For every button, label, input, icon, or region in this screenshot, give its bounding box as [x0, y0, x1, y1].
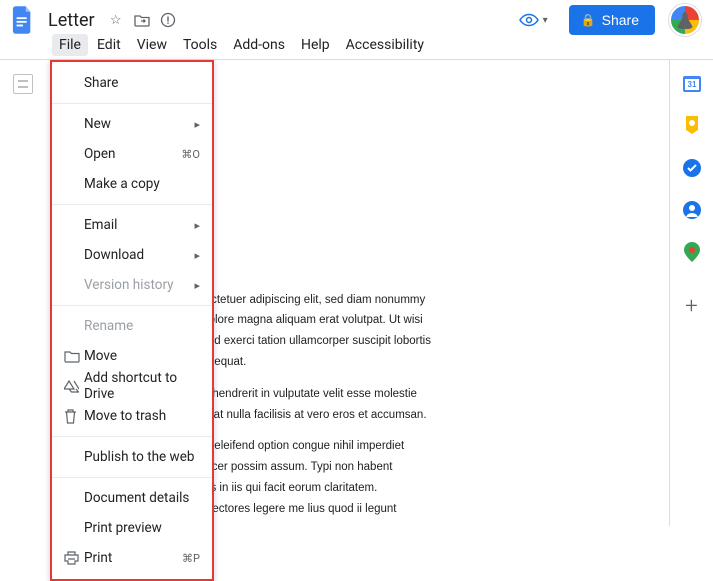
visibility-dropdown[interactable]: ▾	[512, 8, 555, 32]
share-button-label: Share	[602, 12, 639, 28]
cloud-status-icon[interactable]	[159, 11, 177, 29]
menu-accessibility[interactable]: Accessibility	[339, 34, 431, 56]
menu-open[interactable]: Open⌘O	[52, 139, 212, 169]
menu-move-trash[interactable]: Move to trash	[52, 401, 212, 431]
menubar: File Edit View Tools Add-ons Help Access…	[0, 34, 713, 60]
lock-icon: 🔒	[581, 13, 596, 27]
menu-print[interactable]: Print⌘P	[52, 543, 212, 573]
contacts-icon[interactable]	[682, 200, 702, 220]
drive-shortcut-icon	[64, 380, 84, 393]
menu-add-shortcut[interactable]: Add shortcut to Drive	[52, 371, 212, 401]
document-title[interactable]: Letter	[44, 8, 99, 33]
file-menu-dropdown: Share New▸ Open⌘O Make a copy Email▸ Dow…	[50, 60, 214, 581]
menu-make-copy[interactable]: Make a copy	[52, 169, 212, 199]
menu-doc-details[interactable]: Document details	[52, 483, 212, 513]
chevron-down-icon: ▾	[543, 15, 548, 26]
eye-icon	[519, 13, 539, 27]
outline-icon[interactable]	[13, 74, 33, 94]
share-button[interactable]: 🔒 Share	[569, 5, 655, 35]
docs-logo[interactable]	[10, 3, 36, 37]
calendar-icon[interactable]: 31	[682, 74, 702, 94]
submenu-arrow-icon: ▸	[194, 118, 200, 131]
submenu-arrow-icon: ▸	[194, 219, 200, 232]
menu-view[interactable]: View	[130, 34, 174, 56]
menu-addons[interactable]: Add-ons	[226, 34, 292, 56]
menu-download[interactable]: Download▸	[52, 240, 212, 270]
account-avatar[interactable]	[669, 4, 701, 36]
star-icon[interactable]: ☆	[107, 11, 125, 29]
tasks-icon[interactable]	[682, 158, 702, 178]
print-icon	[64, 551, 84, 565]
menu-share[interactable]: Share	[52, 68, 212, 98]
submenu-arrow-icon: ▸	[194, 249, 200, 262]
menu-print-preview[interactable]: Print preview	[52, 513, 212, 543]
menu-rename: Rename	[52, 311, 212, 341]
side-panel: 31 +	[669, 60, 713, 526]
menu-email[interactable]: Email▸	[52, 210, 212, 240]
keep-icon[interactable]	[682, 116, 702, 136]
trash-icon	[64, 409, 84, 424]
folder-move-icon	[64, 350, 84, 363]
submenu-arrow-icon: ▸	[194, 279, 200, 292]
svg-text:31: 31	[687, 80, 696, 89]
maps-icon[interactable]	[682, 242, 702, 262]
menu-version-history[interactable]: Version history▸	[52, 270, 212, 300]
shortcut-text: ⌘O	[181, 148, 200, 161]
menu-tools[interactable]: Tools	[176, 34, 224, 56]
menu-edit[interactable]: Edit	[90, 34, 128, 56]
menu-file[interactable]: File	[52, 34, 88, 56]
menu-publish[interactable]: Publish to the web	[52, 442, 212, 472]
menu-help[interactable]: Help	[294, 34, 337, 56]
move-folder-icon[interactable]	[133, 11, 151, 29]
menu-new[interactable]: New▸	[52, 109, 212, 139]
add-addon-icon[interactable]: +	[685, 294, 697, 319]
menu-move[interactable]: Move	[52, 341, 212, 371]
shortcut-text: ⌘P	[182, 552, 200, 565]
